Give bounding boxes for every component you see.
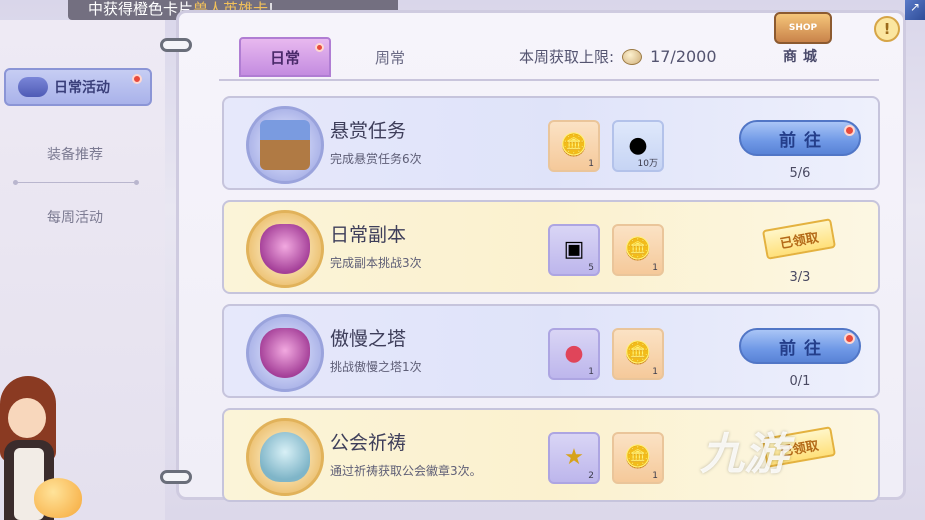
task-description: 通过祈祷获取公会徽章3次。 bbox=[330, 464, 482, 478]
task-card: 悬赏任务 完成悬赏任务6次 🪙 1 ● 10万 前往 5/6 bbox=[222, 96, 880, 190]
binder-ring bbox=[160, 470, 192, 484]
medal-coin-icon: 🪙 bbox=[624, 445, 652, 470]
gold-coin-icon: ● bbox=[628, 133, 648, 158]
weekly-limit-value: 17/2000 bbox=[650, 47, 717, 66]
notification-dot bbox=[844, 333, 855, 344]
task-description: 完成悬赏任务6次 bbox=[330, 152, 422, 166]
watermark-logo: 九游 bbox=[700, 429, 788, 480]
character-face bbox=[8, 398, 46, 438]
sidebar-item-label: 日常活动 bbox=[54, 80, 110, 96]
reward-count: 10万 bbox=[637, 159, 658, 169]
task-progress: 5/6 bbox=[789, 166, 811, 181]
task-title: 傲慢之塔 bbox=[330, 328, 407, 350]
task-progress: 0/1 bbox=[789, 374, 811, 389]
shop-button[interactable]: SHOP 商城 bbox=[768, 12, 838, 68]
notification-dot bbox=[844, 125, 855, 136]
weekly-limit: 本周获取上限: 17/2000 bbox=[519, 46, 717, 67]
demon-mask-icon bbox=[246, 314, 324, 392]
reward-slot[interactable]: 🪙 1 bbox=[612, 224, 664, 276]
tab-daily[interactable]: 日常 bbox=[239, 37, 331, 77]
task-description: 完成副本挑战3次 bbox=[330, 256, 422, 270]
tab-weekly[interactable]: 周常 bbox=[344, 37, 436, 77]
tab-label: 日常 bbox=[269, 48, 300, 67]
go-button-label: 前往 bbox=[779, 130, 829, 151]
reward-slot[interactable]: ★ 2 bbox=[548, 432, 600, 484]
task-progress: 3/3 bbox=[789, 270, 811, 285]
red-potion-icon: ● bbox=[564, 341, 584, 366]
reward-count: 1 bbox=[588, 367, 594, 377]
claimed-stamp: 已领取 bbox=[761, 218, 837, 260]
shop-label: 商城 bbox=[783, 49, 823, 65]
poring-slime-icon bbox=[34, 478, 82, 518]
reward-count: 1 bbox=[652, 263, 658, 273]
go-button[interactable]: 前往 bbox=[739, 328, 861, 364]
airship-icon bbox=[18, 77, 48, 97]
reward-slot[interactable]: 🪙 1 bbox=[612, 432, 664, 484]
tab-divider bbox=[219, 79, 879, 81]
demon-mask-icon bbox=[246, 210, 324, 288]
medal-coin-icon: 🪙 bbox=[624, 341, 652, 366]
notification-dot bbox=[132, 74, 142, 84]
collapse-corner-icon[interactable]: ↗ bbox=[905, 0, 925, 20]
reward-slot[interactable]: ● 1 bbox=[548, 328, 600, 380]
medal-coin-icon: 🪙 bbox=[560, 133, 588, 158]
reward-slot[interactable]: 🪙 1 bbox=[612, 328, 664, 380]
notification-dot bbox=[315, 43, 324, 52]
reward-count: 1 bbox=[588, 159, 594, 169]
task-card: 傲慢之塔 挑战傲慢之塔1次 ● 1 🪙 1 前往 0/1 bbox=[222, 304, 880, 398]
reward-slot[interactable]: ▣ 5 bbox=[548, 224, 600, 276]
sidebar-item-equipment[interactable]: 装备推荐 bbox=[0, 144, 150, 164]
notice-board-icon bbox=[246, 106, 324, 184]
reward-count: 1 bbox=[652, 367, 658, 377]
reward-slot[interactable]: ● 10万 bbox=[612, 120, 664, 172]
task-title: 悬赏任务 bbox=[330, 120, 407, 142]
task-card: 日常副本 完成副本挑战3次 ▣ 5 🪙 1 已领取 3/3 bbox=[222, 200, 880, 294]
go-button-label: 前往 bbox=[779, 338, 829, 359]
reward-count: 5 bbox=[588, 263, 594, 273]
reward-slot[interactable]: 🪙 1 bbox=[548, 120, 600, 172]
go-button[interactable]: 前往 bbox=[739, 120, 861, 156]
shop-icon: SHOP bbox=[774, 12, 832, 44]
star-badge-icon: ★ bbox=[564, 445, 584, 470]
sidebar-divider bbox=[13, 180, 139, 185]
task-title: 日常副本 bbox=[330, 224, 407, 246]
reward-count: 1 bbox=[652, 471, 658, 481]
medal-coin-icon: 🪙 bbox=[624, 237, 652, 262]
binder-ring bbox=[160, 38, 192, 52]
task-description: 挑战傲慢之塔1次 bbox=[330, 360, 422, 374]
sidebar-item-weekly-activity[interactable]: 每周活动 bbox=[0, 207, 150, 227]
weekly-limit-label: 本周获取上限: bbox=[519, 48, 615, 66]
treasure-chest-icon: ▣ bbox=[563, 237, 585, 262]
sidebar-item-daily-activity[interactable]: 日常活动 bbox=[4, 68, 152, 106]
reward-count: 2 bbox=[588, 471, 594, 481]
angel-emblem-icon bbox=[246, 418, 324, 496]
task-title: 公会祈祷 bbox=[330, 432, 407, 454]
medal-coin-icon bbox=[622, 48, 643, 65]
help-button[interactable]: ! bbox=[874, 16, 900, 42]
